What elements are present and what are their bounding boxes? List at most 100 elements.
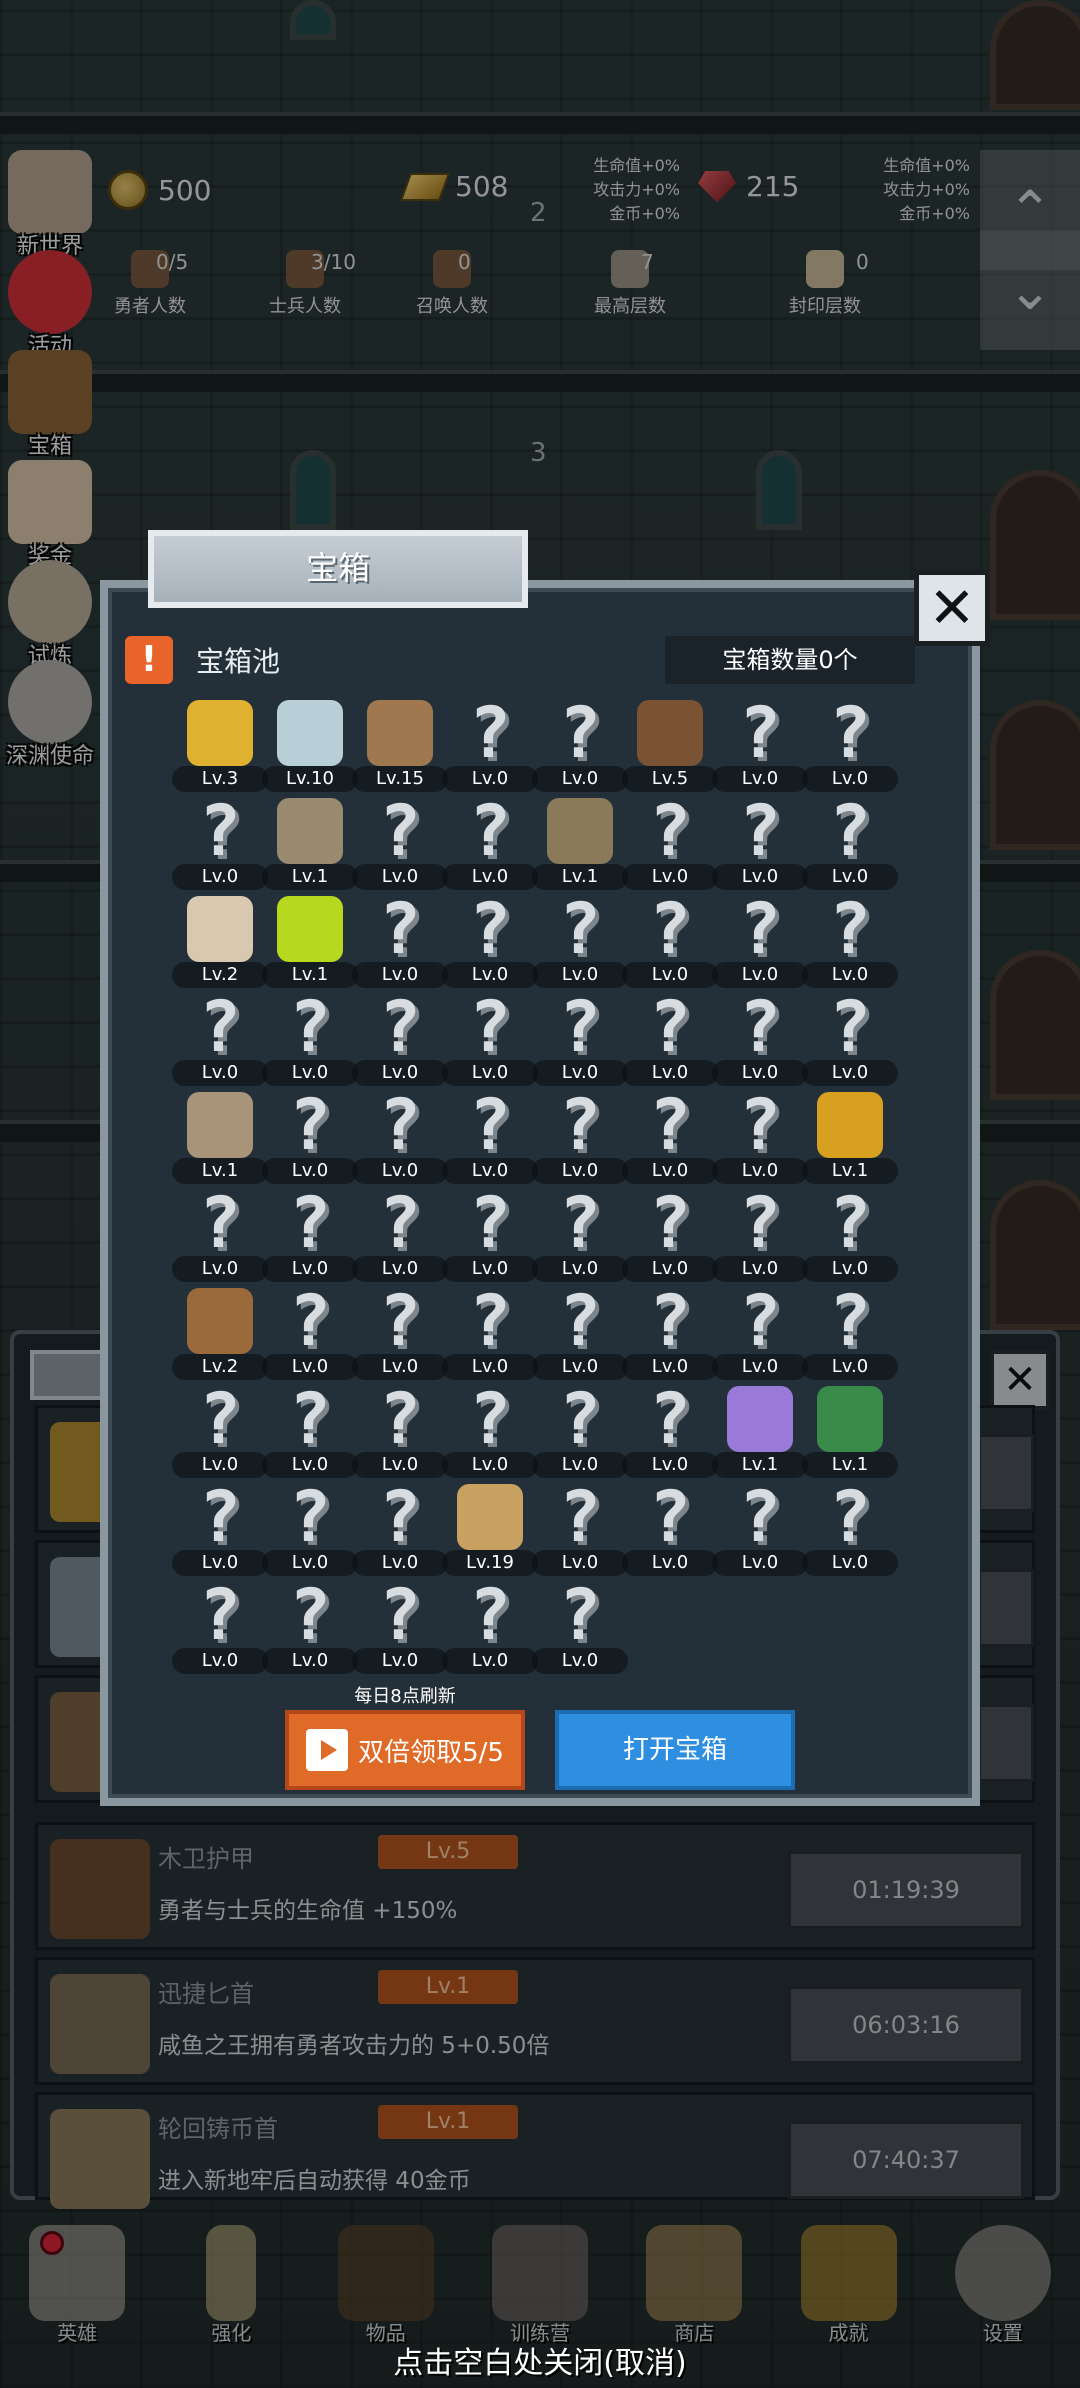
item-level: Lv.0 — [622, 864, 718, 890]
chest-pool-item[interactable]: ? Lv.0 — [352, 1482, 448, 1576]
unknown-item-icon: ? — [738, 1084, 782, 1166]
chest-pool-item[interactable]: Lv.15 — [352, 700, 448, 792]
chest-pool-item[interactable]: ? Lv.0 — [352, 796, 448, 890]
chest-pool-item[interactable]: ? Lv.0 — [352, 1286, 448, 1380]
chest-pool-item[interactable]: ? Lv.0 — [352, 1580, 448, 1674]
unknown-item-icon: ? — [738, 692, 782, 774]
chest-pool-item[interactable]: ? Lv.0 — [262, 992, 358, 1086]
chest-pool-item[interactable]: ? Lv.0 — [802, 986, 898, 1086]
chest-pool-item[interactable]: ? Lv.0 — [622, 992, 718, 1086]
chest-pool-item[interactable]: ? Lv.0 — [442, 1280, 538, 1380]
chest-pool-item[interactable]: ? Lv.0 — [442, 796, 538, 890]
chest-pool-item[interactable]: ? Lv.0 — [352, 992, 448, 1086]
chest-pool-item[interactable]: Lv.1 — [532, 798, 628, 890]
unknown-item-icon: ? — [558, 692, 602, 774]
item-level: Lv.0 — [442, 1452, 538, 1478]
chest-pool-item[interactable]: Lv.1 — [172, 1092, 268, 1184]
chest-pool-item[interactable]: ? Lv.0 — [532, 894, 628, 988]
chest-pool-item[interactable]: ? Lv.0 — [262, 1482, 358, 1576]
hex-amulet-icon — [817, 1386, 883, 1452]
chest-pool-item[interactable]: ? Lv.0 — [622, 894, 718, 988]
chest-pool-item[interactable]: ? Lv.0 — [712, 1286, 808, 1380]
chest-pool-item[interactable]: ? Lv.0 — [802, 1482, 898, 1576]
item-level: Lv.0 — [712, 1354, 808, 1380]
chest-pool-item[interactable]: ? Lv.0 — [532, 1482, 628, 1576]
chest-pool-item[interactable]: ? Lv.0 — [172, 796, 268, 890]
chest-pool-item[interactable]: ? Lv.0 — [262, 1384, 358, 1478]
chest-pool-item[interactable]: ? Lv.0 — [532, 1280, 628, 1380]
modal-close-button[interactable]: ✕ — [914, 570, 990, 646]
chest-pool-item[interactable]: ? Lv.0 — [352, 1188, 448, 1282]
chest-pool-item[interactable]: ? Lv.0 — [532, 1188, 628, 1282]
chest-pool-item[interactable]: ? Lv.0 — [532, 692, 628, 792]
chest-pool-item[interactable]: ? Lv.0 — [622, 1188, 718, 1282]
chest-pool-item[interactable]: ? Lv.0 — [352, 1384, 448, 1478]
unknown-item-icon: ? — [558, 1280, 602, 1362]
chest-pool-item[interactable]: ? Lv.0 — [352, 1090, 448, 1184]
chest-pool-item[interactable]: ? Lv.0 — [712, 1482, 808, 1576]
chest-pool-item[interactable]: ? Lv.0 — [442, 888, 538, 988]
chest-pool-item[interactable]: ? Lv.0 — [262, 1090, 358, 1184]
unknown-item-icon: ? — [828, 986, 872, 1068]
leather-armor-icon — [637, 700, 703, 766]
chest-pool-item[interactable]: ? Lv.0 — [802, 1286, 898, 1380]
chest-pool-item[interactable]: ? Lv.0 — [802, 1188, 898, 1282]
chest-pool-item[interactable]: Lv.3 — [172, 700, 268, 792]
chest-pool-item[interactable]: ? Lv.0 — [442, 1090, 538, 1184]
chest-pool-item[interactable]: ? Lv.0 — [622, 1482, 718, 1576]
chest-pool-item[interactable]: Lv.1 — [262, 798, 358, 890]
chest-pool-item[interactable]: Lv.19 — [442, 1484, 538, 1576]
chest-pool-item[interactable]: Lv.2 — [172, 1288, 268, 1380]
chest-pool-item[interactable]: ? Lv.0 — [802, 894, 898, 988]
refresh-note: 每日8点刷新 — [354, 1686, 456, 1707]
unknown-item-icon: ? — [738, 790, 782, 872]
chest-pool-item[interactable]: ? Lv.0 — [442, 1580, 538, 1674]
unknown-item-icon: ? — [468, 888, 512, 970]
chest-pool-item[interactable]: Lv.1 — [712, 1386, 808, 1478]
chest-pool-item[interactable]: Lv.1 — [802, 1386, 898, 1478]
chest-pool-item[interactable]: Lv.5 — [622, 700, 718, 792]
chest-pool-item[interactable]: ? Lv.0 — [172, 1384, 268, 1478]
chest-pool-item[interactable]: ? Lv.0 — [172, 1188, 268, 1282]
chest-pool-item[interactable]: ? Lv.0 — [532, 1384, 628, 1478]
chest-pool-item[interactable]: ? Lv.0 — [622, 1286, 718, 1380]
chest-pool-item[interactable]: ? Lv.0 — [712, 1084, 808, 1184]
chest-pool-item[interactable]: ? Lv.0 — [622, 1090, 718, 1184]
chest-pool-item[interactable]: ? Lv.0 — [712, 790, 808, 890]
chest-pool-item[interactable]: ? Lv.0 — [802, 796, 898, 890]
chest-pool-item[interactable]: Lv.2 — [172, 896, 268, 988]
bread-icon — [187, 896, 253, 962]
chest-pool-item[interactable]: ? Lv.0 — [442, 992, 538, 1086]
chest-pool-item[interactable]: ? Lv.0 — [352, 894, 448, 988]
unknown-item-icon: ? — [468, 692, 512, 774]
item-level: Lv.1 — [532, 864, 628, 890]
chest-pool-item[interactable]: ? Lv.0 — [802, 698, 898, 792]
chest-pool-item[interactable]: ? Lv.0 — [442, 692, 538, 792]
chest-pool-item[interactable]: ? Lv.0 — [262, 1580, 358, 1674]
chest-pool-item[interactable]: ? Lv.0 — [262, 1286, 358, 1380]
chest-pool-item[interactable]: Lv.1 — [262, 896, 358, 988]
chest-pool-item[interactable]: ? Lv.0 — [532, 1580, 628, 1674]
chest-pool-item[interactable]: Lv.1 — [802, 1092, 898, 1184]
chest-pool-item[interactable]: ? Lv.0 — [532, 1090, 628, 1184]
chest-pool-item[interactable]: ? Lv.0 — [442, 1384, 538, 1478]
chest-pool-item[interactable]: ? Lv.0 — [532, 992, 628, 1086]
chest-pool-item[interactable]: ? Lv.0 — [262, 1188, 358, 1282]
item-level: Lv.0 — [442, 1060, 538, 1086]
chest-pool-item[interactable]: Lv.10 — [262, 700, 358, 792]
chest-pool-item[interactable]: ? Lv.0 — [172, 992, 268, 1086]
open-chest-button[interactable]: 打开宝箱 — [555, 1710, 795, 1790]
unknown-item-icon: ? — [738, 986, 782, 1068]
chest-pool-item[interactable]: ? Lv.0 — [442, 1188, 538, 1282]
chest-pool-item[interactable]: ? Lv.0 — [172, 1580, 268, 1674]
chest-pool-item[interactable]: ? Lv.0 — [712, 986, 808, 1086]
chest-pool-item[interactable]: ? Lv.0 — [712, 894, 808, 988]
chest-pool-item[interactable]: ? Lv.0 — [712, 692, 808, 792]
chest-pool-item[interactable]: ? Lv.0 — [622, 1384, 718, 1478]
unknown-item-icon: ? — [468, 1280, 512, 1362]
item-level: Lv.0 — [532, 1158, 628, 1184]
chest-pool-item[interactable]: ? Lv.0 — [622, 796, 718, 890]
double-claim-button[interactable]: 双倍领取5/5 — [285, 1710, 525, 1790]
chest-pool-item[interactable]: ? Lv.0 — [172, 1482, 268, 1576]
chest-pool-item[interactable]: ? Lv.0 — [712, 1188, 808, 1282]
